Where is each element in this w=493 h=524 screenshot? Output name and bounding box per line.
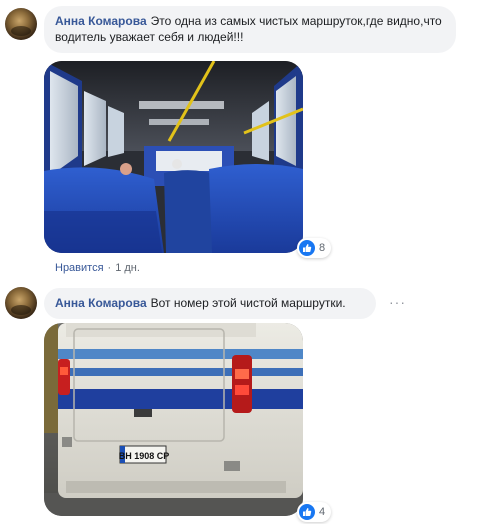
reactions-summary[interactable]: 8 xyxy=(297,238,332,258)
comment-bubble: Анна Комарова Это одна из самых чистых ма… xyxy=(44,6,456,53)
author-name[interactable]: Анна Комарова xyxy=(55,14,147,28)
comment-bubble: Анна Комарова Вот номер этой чистой маршр… xyxy=(44,288,376,319)
license-plate-text: ВН 1908 СР xyxy=(119,451,170,461)
author-name[interactable]: Анна Комарова xyxy=(55,296,147,310)
reactions-summary[interactable]: 4 xyxy=(297,502,332,522)
bus-interior-image xyxy=(44,61,303,253)
avatar[interactable] xyxy=(5,8,37,40)
comment-text: Вот номер этой чистой маршрутки. xyxy=(150,296,346,310)
reaction-count: 8 xyxy=(319,242,326,254)
separator-dot: · xyxy=(107,262,112,274)
reaction-count: 4 xyxy=(319,506,326,518)
bus-rear-photo[interactable]: ВН 1908 СР xyxy=(44,323,303,516)
more-options-icon[interactable]: ··· xyxy=(389,294,406,310)
bus-interior-photo[interactable] xyxy=(44,61,303,253)
thumbs-up-icon xyxy=(299,504,315,520)
thumbs-up-icon xyxy=(299,240,315,256)
bus-rear-image: ВН 1908 СР xyxy=(44,323,303,516)
avatar[interactable] xyxy=(5,287,37,319)
timestamp[interactable]: 1 дн. xyxy=(115,262,140,274)
comment-actions: Нравится · 1 дн. xyxy=(55,262,140,274)
like-link[interactable]: Нравится xyxy=(55,262,104,274)
